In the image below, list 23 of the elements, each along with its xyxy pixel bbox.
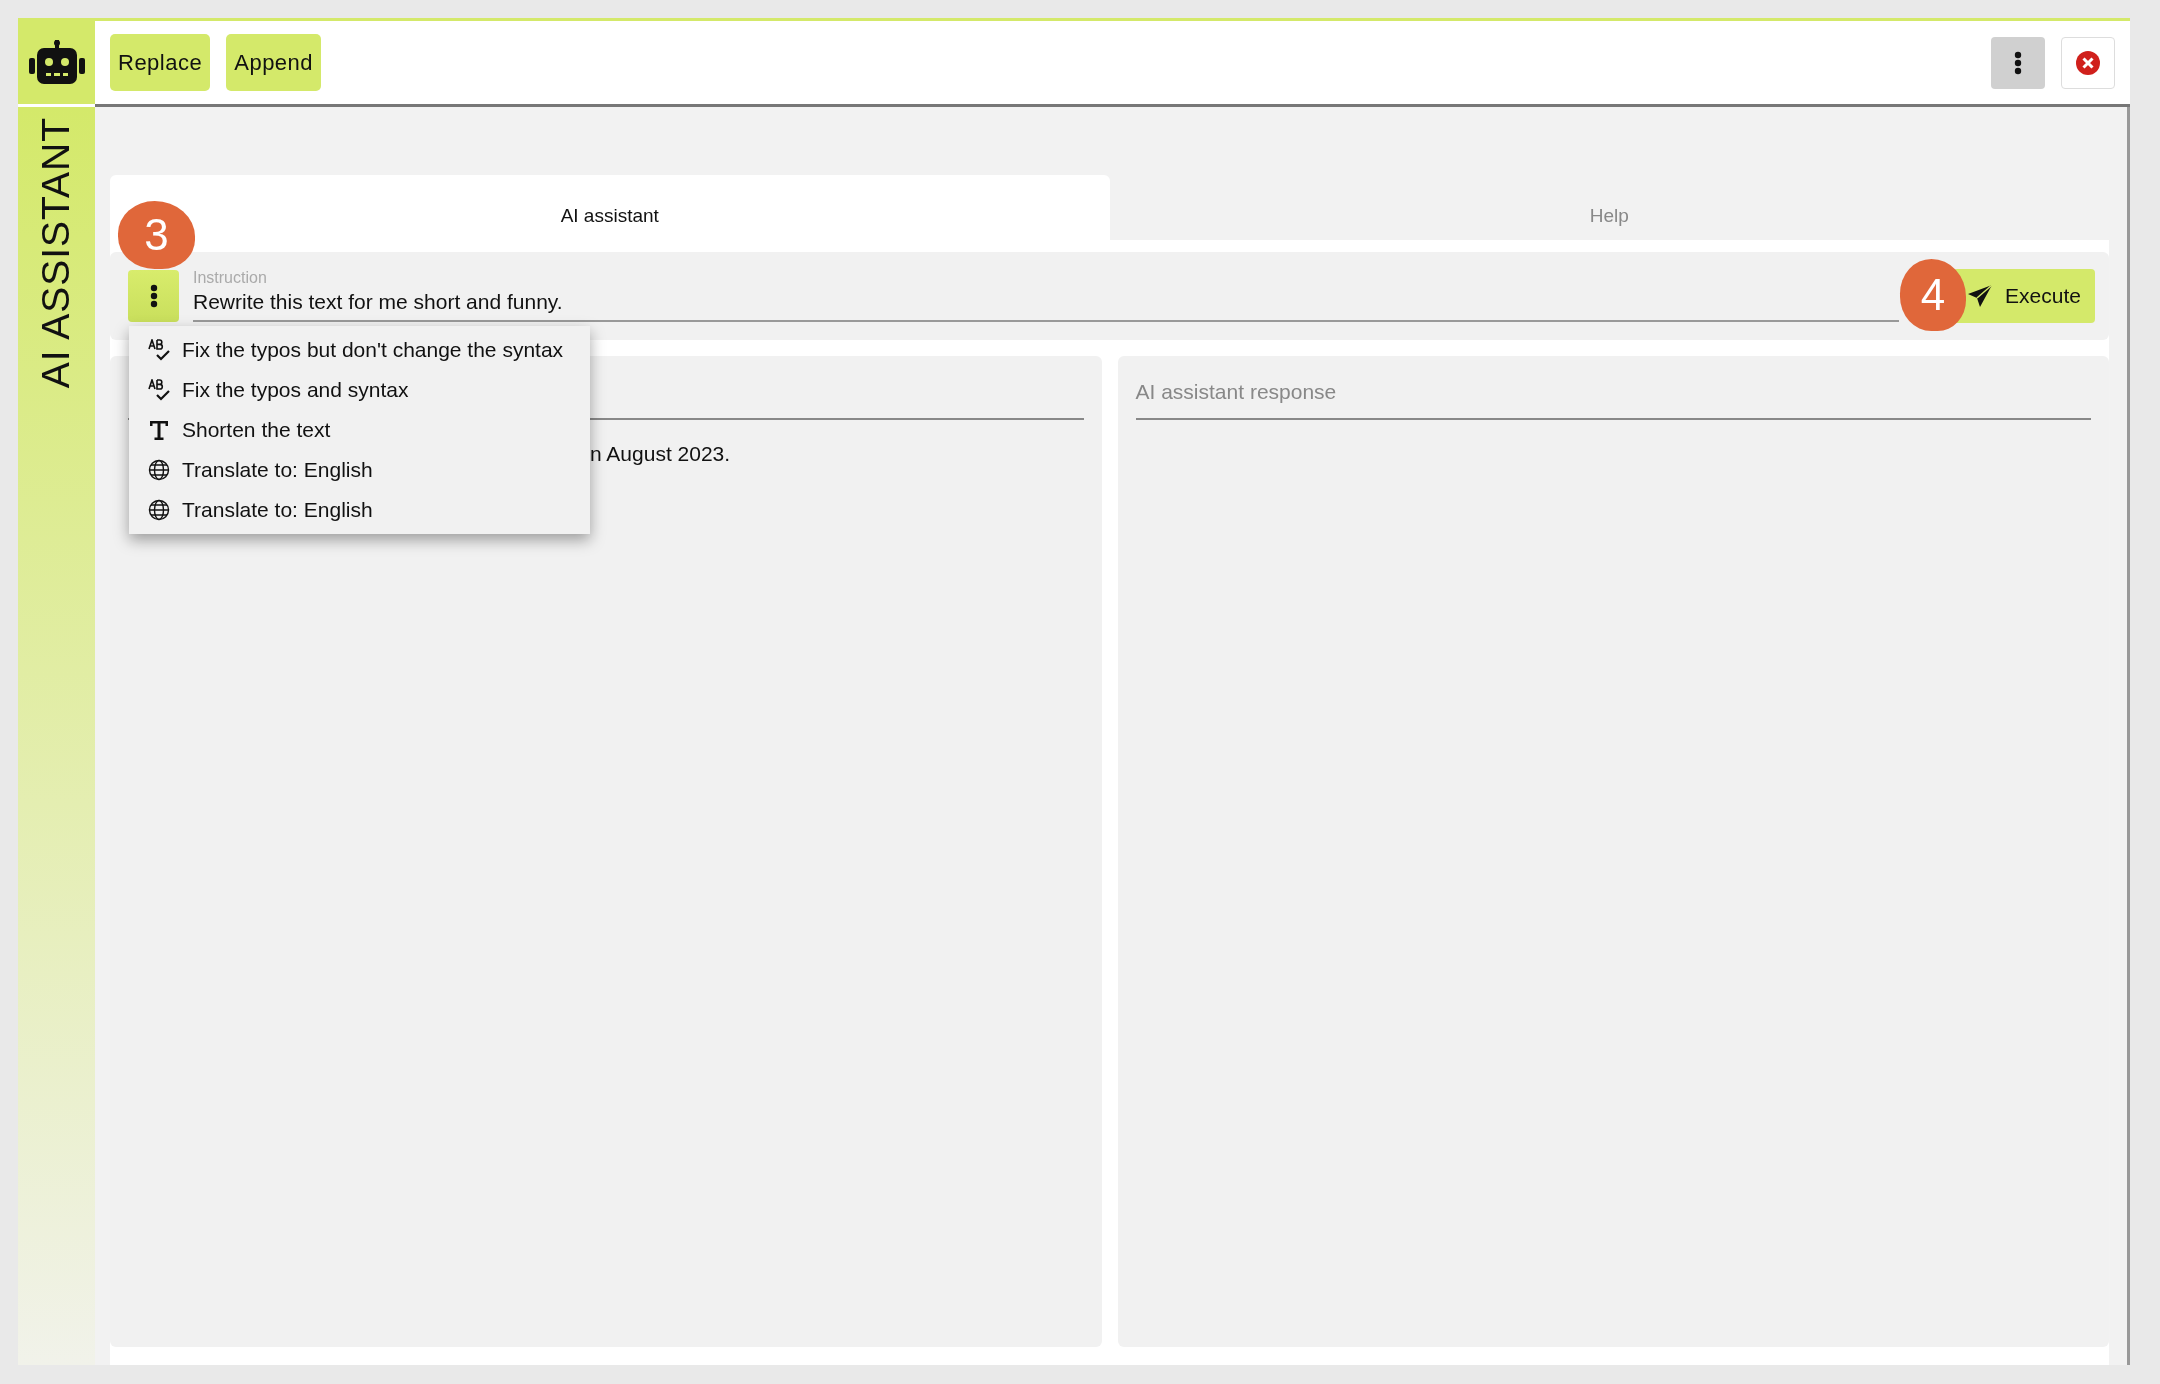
source-text: n August 2023. [590, 441, 731, 467]
menu-item[interactable]: Shorten the text [129, 410, 590, 450]
append-button[interactable]: Append [226, 34, 322, 91]
close-icon [2076, 50, 2100, 75]
sidebar-title: AI ASSISTANT [33, 117, 79, 389]
spellcheck-icon [148, 379, 170, 401]
instruction-field[interactable]: Rewrite this text for me short and funny. [193, 286, 1900, 322]
more-options-button[interactable] [1991, 36, 2045, 89]
kebab-icon [149, 284, 158, 308]
close-button[interactable] [2061, 36, 2115, 89]
text-icon [148, 419, 170, 441]
spellcheck-icon [148, 339, 170, 361]
globe-icon [148, 499, 170, 521]
replace-button[interactable]: Replace [110, 34, 211, 91]
prompt-menu-button[interactable] [128, 270, 179, 322]
menu-item[interactable]: Translate to: English [129, 450, 590, 490]
field-label: Instruction [193, 270, 268, 287]
robot-icon [28, 39, 85, 86]
kebab-icon [2014, 50, 2022, 75]
globe-icon [148, 459, 170, 481]
send-icon [1967, 284, 1994, 308]
menu-item[interactable]: Fix the typos and syntax [129, 370, 590, 410]
menu-item[interactable]: Translate to: English [129, 490, 590, 530]
